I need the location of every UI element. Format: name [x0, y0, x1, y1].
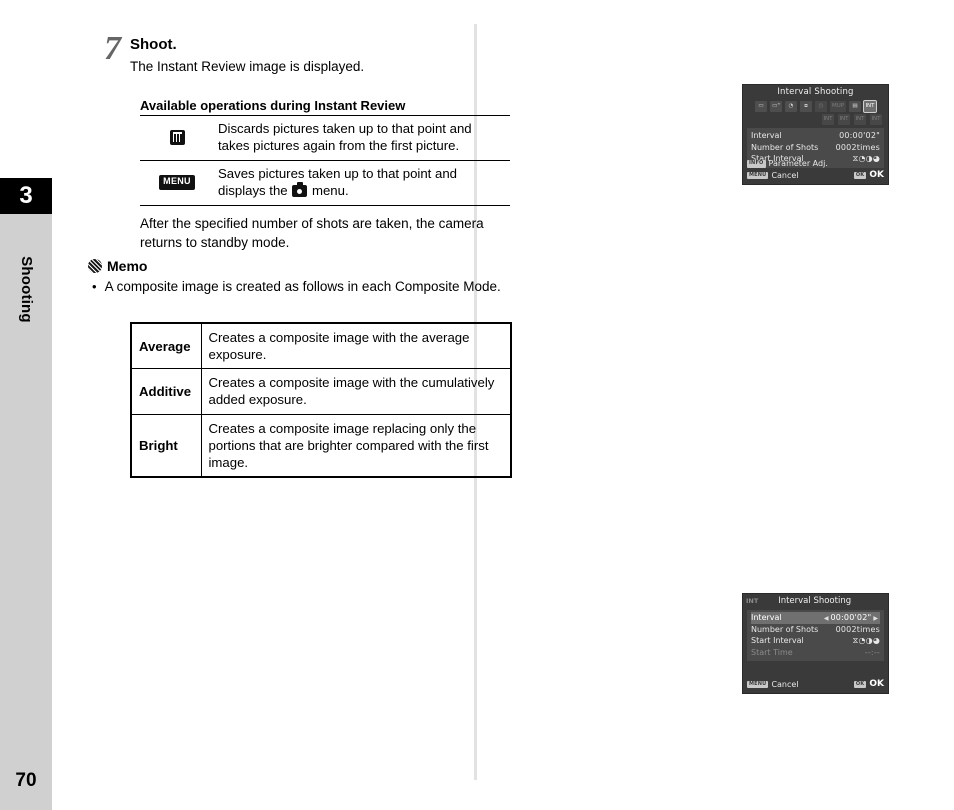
chapter-name-label: Shooting: [0, 214, 52, 364]
lcd2-param-row-interval[interactable]: Interval ◀ 00:00'02" ▶: [751, 612, 880, 624]
param-value-group: ◀ 00:00'02" ▶: [822, 612, 880, 624]
bullet-dot: •: [92, 279, 97, 294]
menu-key-cell: MENU: [140, 160, 214, 205]
param-value: 0002times: [835, 624, 880, 634]
lcd1-footer-row-menu[interactable]: MENU Cancel OK OK: [747, 169, 884, 182]
int-sub-icon-4[interactable]: INT: [870, 114, 882, 125]
lcd2-footer: MENU Cancel OK OK: [743, 678, 888, 693]
step-7-title: Shoot.: [130, 36, 177, 53]
param-label: Number of Shots: [751, 142, 819, 152]
ok-label: OK: [869, 679, 884, 690]
continuous-shot-icon[interactable]: ▭": [770, 101, 782, 112]
memo-heading: Memo: [88, 258, 508, 274]
chapter-rail: 3 Shooting 70: [0, 178, 52, 810]
ok-key-icon: OK: [853, 680, 867, 689]
lcd2-param-row-start-interval[interactable]: Start Interval ⧖◔◑◕: [751, 635, 880, 647]
self-timer-icon[interactable]: ◔: [785, 101, 797, 112]
lcd1-param-row[interactable]: Number of Shots 0002times: [751, 142, 880, 154]
info-key-icon: INFO: [747, 160, 766, 168]
param-value: 00:00'02": [839, 131, 880, 140]
trash-icon: [169, 130, 185, 146]
interval-shooting-icon[interactable]: INT: [863, 100, 877, 113]
info-action-label: Parameter Adj.: [768, 159, 828, 169]
lcd2-footer-row-menu[interactable]: MENU Cancel OK OK: [747, 678, 884, 691]
int-sub-icon-3[interactable]: INT: [854, 114, 866, 125]
table-row: Additive Creates a composite image with …: [130, 368, 512, 415]
composite-mode-name: Additive: [130, 368, 202, 415]
step-7-subtitle: The Instant Review image is displayed.: [130, 59, 365, 74]
single-shot-icon[interactable]: ▭: [755, 101, 767, 112]
cancel-label: Cancel: [771, 171, 799, 181]
step-7: 7 Shoot. The Instant Review image is dis…: [90, 32, 475, 75]
lcd2-parameter-list: Interval ◀ 00:00'02" ▶ Number of Shots 000…: [747, 610, 884, 662]
mirror-up-icon[interactable]: MUP: [830, 101, 846, 112]
lcd1-footer: INFO Parameter Adj. MENU Cancel OK OK: [743, 158, 888, 184]
ok-label: OK: [869, 170, 884, 181]
param-label: Start Time: [751, 647, 793, 657]
operation-description: Discards pictures taken up to that point…: [218, 121, 472, 153]
lcd-screenshot-drive-mode: Interval Shooting ▭ ▭" ◔ ⧈ ◷ MUP ▤ INT I…: [742, 84, 889, 185]
lcd2-title-row: INT Interval Shooting: [743, 594, 888, 607]
table-row: Bright Creates a composite image replaci…: [130, 413, 512, 478]
operation-text-after: menu.: [308, 182, 349, 198]
memo-bullet-text: A composite image is created as follows …: [104, 279, 501, 294]
multi-exposure-icon[interactable]: ▤: [849, 101, 861, 112]
param-label: Number of Shots: [751, 624, 819, 634]
lcd2-param-row-start-time: Start Time --:--: [751, 647, 880, 659]
param-value: ⧖◔◑◕: [852, 636, 880, 646]
step-7-number: 7: [104, 30, 121, 67]
available-operations-table: Discards pictures taken up to that point…: [140, 115, 510, 206]
after-shots-text: After the specified number of shots are …: [140, 216, 484, 250]
camera-menu-icon: [292, 182, 308, 197]
param-label: Interval: [751, 613, 782, 622]
table-row: Average Creates a composite image with t…: [130, 322, 512, 370]
composite-mode-description: Creates a composite image replacing only…: [200, 413, 512, 478]
table-row: Discards pictures taken up to that point…: [140, 115, 510, 161]
left-column: 7 Shoot. The Instant Review image is dis…: [52, 0, 512, 810]
chapter-number-badge: 3: [0, 178, 52, 214]
lcd2-param-row-number-of-shots[interactable]: Number of Shots 0002times: [751, 624, 880, 636]
table-row: MENU Saves pictures taken up to that poi…: [140, 160, 510, 206]
param-label: Start Interval: [751, 636, 804, 646]
param-value: 0002times: [835, 142, 880, 152]
composite-mode-name: Average: [130, 322, 202, 370]
trash-icon-cell: [140, 116, 214, 161]
ok-key-icon: OK: [853, 171, 867, 180]
right-arrow-icon[interactable]: ▶: [871, 615, 880, 622]
bracketing-icon[interactable]: ◷: [815, 101, 827, 112]
lcd1-footer-row-info[interactable]: INFO Parameter Adj.: [747, 158, 884, 169]
left-arrow-icon[interactable]: ◀: [822, 615, 831, 622]
composite-mode-description: Creates a composite image with the avera…: [200, 322, 512, 370]
operation-description: Saves pictures taken up to that point an…: [214, 160, 510, 205]
int-sub-icon-1[interactable]: INT: [822, 114, 834, 125]
menu-key-icon: MENU: [159, 175, 195, 190]
chapter-name-text: Shooting: [17, 255, 35, 323]
page-number: 70: [15, 770, 37, 791]
lcd2-mode-tag: INT: [746, 597, 759, 605]
remote-control-icon[interactable]: ⧈: [800, 101, 812, 112]
composite-mode-description: Creates a composite image with the cumul…: [200, 368, 512, 415]
lcd-screenshot-shooting-conditions: INT Interval Shooting Interval ◀ 00:00'02…: [742, 593, 889, 694]
memo-icon: [88, 259, 102, 273]
param-value: 00:00'02": [830, 613, 872, 622]
param-value: --:--: [864, 647, 880, 657]
memo-block: Memo • A composite image is created as f…: [88, 258, 508, 297]
cancel-label: Cancel: [771, 680, 799, 690]
lcd1-title: Interval Shooting: [777, 87, 854, 97]
composite-mode-name: Bright: [130, 413, 202, 478]
composite-mode-table: Average Creates a composite image with t…: [130, 322, 512, 479]
available-operations-heading: Available operations during Instant Revi…: [140, 98, 406, 113]
int-sub-icon-2[interactable]: INT: [838, 114, 850, 125]
param-label: Interval: [751, 131, 782, 140]
lcd2-title: Interval Shooting: [778, 596, 852, 606]
lcd1-drive-icons-row-2: INT INT INT INT: [743, 112, 888, 125]
menu-key-icon: MENU: [747, 171, 769, 180]
memo-heading-text: Memo: [107, 258, 148, 274]
menu-key-icon: MENU: [747, 680, 769, 689]
memo-bullet-item: • A composite image is created as follow…: [88, 278, 508, 297]
lcd1-drive-icons-row-1: ▭ ▭" ◔ ⧈ ◷ MUP ▤ INT: [743, 99, 888, 113]
lcd1-param-row[interactable]: Interval 00:00'02": [751, 130, 880, 142]
